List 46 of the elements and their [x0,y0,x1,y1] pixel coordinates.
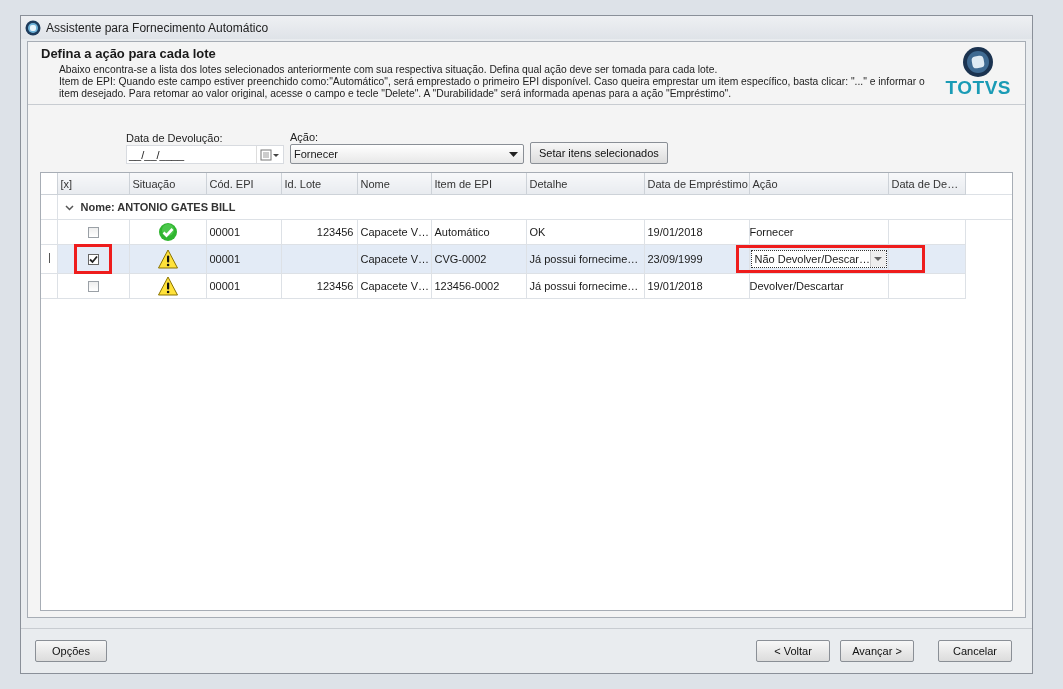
options-button[interactable]: Opções [35,640,107,662]
table-cell: Devolver/Descartar [749,280,844,292]
table-cell: Capacete V… [360,226,429,238]
action-dropdown[interactable]: Fornecer [290,144,524,164]
checkbox[interactable] [87,280,99,292]
wizard-button[interactable]: Avançar > [840,640,914,662]
date-label: Data de Devolução: [126,132,224,144]
caret-icon [874,257,883,261]
column-header[interactable]: Ação [752,177,778,190]
calendar-icon[interactable] [260,148,280,161]
table-cell: Capacete V… [360,253,429,265]
date-field[interactable]: __/__/____ [126,145,284,164]
column-header[interactable]: Detalhe [529,177,568,190]
table-cell: Já possui fornecime… [529,280,639,292]
step-title: Defina a ação para cada lote [41,46,217,61]
table-cell: Fornecer [749,226,794,238]
checkbox[interactable] [87,253,99,265]
instructions-text: Abaixo encontra-se a lista dos lotes selecionados anteriormente com sua respectiva situação. Defina qual ação deve ser tomada para cada lote. Item de EPI: Quando este campo estiver preenchido como:"Automático", será emprestado o primeiro EPI disponível. Caso queira emprestar um item específico, basta clicar: "..." e informar o item desejado. Para retomar ao valor original, acesse o campo e tecle "Delete". A "Durabilidade" será informada apenas para a ação "Empréstimo". [59,64,925,100]
table-cell: OK [529,226,546,238]
table-cell: Já possui fornecime… [529,253,639,265]
app-icon [25,19,41,36]
logo-icon [962,46,995,78]
action-label: Ação: [290,131,320,143]
table-cell: 123456-0002 [434,280,500,292]
table-cell: 19/01/2018 [647,226,703,238]
table-cell: 123456 [316,280,354,292]
table-cell: 00001 [209,226,241,238]
table-cell: CVG-0002 [434,253,487,265]
table-cell: 123456 [316,226,354,238]
apply-button[interactable]: Setar itens selecionados [530,142,668,164]
window-title: Assistente para Fornecimento Automático [46,20,269,35]
table-cell: 23/09/1999 [647,253,703,265]
table-cell: Automático [434,226,490,238]
action-cell-dropdown[interactable]: Não Devolver/Descar… [750,250,887,268]
table-cell: Capacete V… [360,280,429,292]
column-header[interactable]: [x] [60,177,73,190]
table-cell: 00001 [209,280,241,292]
checkbox[interactable] [87,226,99,238]
collapse-chevron-icon[interactable] [64,202,74,212]
table-cell: 19/01/2018 [647,280,703,292]
wizard-button[interactable]: < Voltar [756,640,830,662]
wizard-button[interactable]: Cancelar [938,640,1012,662]
group-label: Nome: ANTONIO GATES BILL [80,201,236,213]
caret-icon [509,151,518,157]
table-cell: 00001 [209,253,241,265]
logo-text: TOTVS [945,78,1011,98]
